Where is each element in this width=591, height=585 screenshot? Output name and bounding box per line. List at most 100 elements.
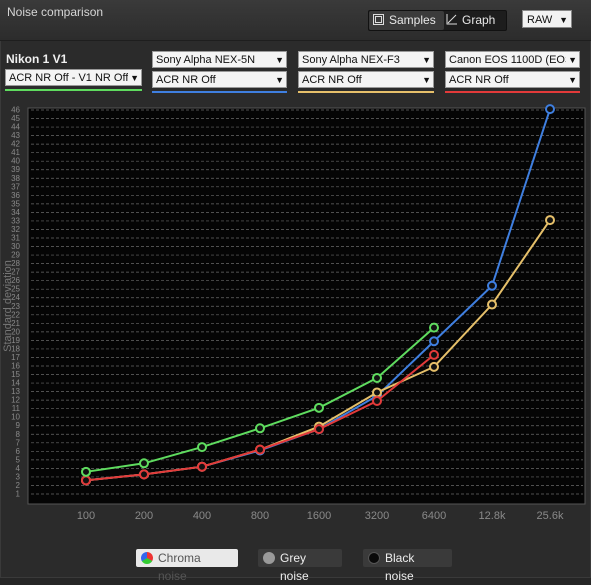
y-tick-label: 12	[11, 396, 20, 405]
samples-tab[interactable]: Samples	[369, 11, 444, 30]
data-point	[429, 322, 439, 333]
black-noise-button[interactable]: Black noise	[363, 549, 452, 583]
x-tick-label: 800	[251, 510, 269, 522]
data-point	[139, 469, 149, 480]
y-tick-label: 44	[11, 123, 20, 132]
y-tick-label: 2	[16, 481, 21, 490]
y-tick-label: 13	[11, 387, 20, 396]
title-bar: Noise comparison Samples Graph RAW ▼	[0, 0, 591, 41]
data-point	[545, 104, 555, 115]
camera-2-name: Sony Alpha NEX-5N	[156, 54, 256, 66]
data-point	[372, 387, 382, 398]
camera-1-setting: ACR NR Off - V1 NR Off	[9, 72, 129, 84]
data-point	[197, 461, 207, 472]
data-point	[197, 442, 207, 453]
camera-2-color-bar	[152, 91, 287, 93]
camera-1-name: Nikon 1 V1	[6, 52, 68, 66]
data-point	[372, 372, 382, 383]
y-tick-label: 29	[11, 251, 20, 260]
y-tick-label: 32	[11, 225, 20, 234]
y-tick-label: 41	[11, 148, 20, 157]
data-point	[429, 336, 439, 347]
y-tick-label: 31	[11, 234, 20, 243]
noise-chart: 1 2 3 4 5 6 7 8 9 10 11 12 13 14 15 16 17 18 19 20 21 22 23 24 2…	[0, 100, 591, 530]
y-tick-label: 14	[11, 379, 20, 388]
camera-4-name: Canon EOS 1100D (EOS	[449, 54, 573, 66]
camera-1-color-bar	[5, 89, 142, 91]
camera-4-select[interactable]: Canon EOS 1100D (EOS ▼	[445, 51, 580, 68]
y-tick-label: 42	[11, 140, 20, 149]
data-point	[487, 280, 497, 291]
y-tick-label: 1	[16, 490, 21, 499]
y-tick-label: 17	[11, 353, 20, 362]
y-tick-label: 40	[11, 157, 20, 166]
x-tick-label: 6400	[422, 510, 446, 522]
graph-tab[interactable]: Graph	[442, 11, 508, 30]
camera-1-setting-select[interactable]: ACR NR Off - V1 NR Off ▼	[5, 69, 142, 86]
y-tick-label: 30	[11, 242, 20, 251]
y-tick-label: 37	[11, 182, 20, 191]
data-point	[314, 402, 324, 413]
graph-icon	[446, 14, 457, 25]
chevron-down-icon: ▼	[273, 52, 284, 67]
data-point	[255, 444, 265, 455]
view-toggle: Samples Graph	[368, 10, 507, 31]
camera-2-setting-select[interactable]: ACR NR Off ▼	[152, 71, 287, 88]
window-title: Noise comparison	[7, 5, 104, 19]
y-tick-label: 45	[11, 114, 20, 123]
chevron-down-icon: ▼	[566, 52, 577, 67]
y-axis-label: Standard deviation	[2, 260, 14, 352]
chevron-down-icon: ▼	[566, 72, 577, 87]
black-noise-icon	[368, 552, 380, 564]
camera-3-name: Sony Alpha NEX-F3	[302, 54, 400, 66]
camera-2-select[interactable]: Sony Alpha NEX-5N ▼	[152, 51, 287, 68]
chevron-down-icon: ▼	[273, 72, 284, 87]
camera-4-color-bar	[445, 91, 580, 93]
chevron-down-icon: ▼	[420, 52, 431, 67]
format-select[interactable]: RAW ▼	[522, 10, 572, 28]
samples-label: Samples	[389, 13, 436, 27]
data-point	[429, 361, 439, 372]
grey-noise-label: Grey noise	[280, 551, 309, 583]
y-tick-label: 33	[11, 216, 20, 225]
grey-noise-button[interactable]: Grey noise	[258, 549, 342, 583]
noise-chart-svg: 1234567891011121314151617181920212223242…	[2, 104, 586, 522]
y-tick-label: 16	[11, 362, 20, 371]
data-point	[314, 424, 324, 435]
data-point	[81, 475, 91, 486]
y-tick-label: 43	[11, 131, 20, 140]
camera-2-setting: ACR NR Off	[156, 74, 216, 86]
data-point	[81, 466, 91, 477]
y-tick-label: 34	[11, 208, 20, 217]
camera-3-select[interactable]: Sony Alpha NEX-F3 ▼	[298, 51, 434, 68]
y-tick-label: 15	[11, 370, 20, 379]
y-tick-label: 3	[16, 472, 21, 481]
data-point	[429, 349, 439, 360]
chroma-noise-icon	[141, 552, 153, 564]
x-tick-label: 100	[77, 510, 95, 522]
y-tick-label: 39	[11, 165, 20, 174]
graph-label: Graph	[462, 13, 496, 27]
data-point	[139, 458, 149, 469]
y-tick-label: 11	[12, 404, 21, 413]
data-point	[545, 215, 555, 226]
camera-3-setting: ACR NR Off	[302, 74, 362, 86]
chevron-down-icon: ▼	[559, 15, 568, 25]
chevron-down-icon: ▼	[128, 70, 139, 85]
x-tick-label: 3200	[365, 510, 389, 522]
y-tick-label: 46	[11, 106, 20, 115]
y-tick-label: 7	[16, 438, 21, 447]
x-tick-label: 25.6k	[537, 510, 564, 522]
camera-4-setting-select[interactable]: ACR NR Off ▼	[445, 71, 580, 88]
camera-4-setting: ACR NR Off	[449, 74, 509, 86]
chevron-down-icon: ▼	[420, 72, 431, 87]
chroma-noise-button[interactable]: Chroma noise	[136, 549, 238, 583]
format-value: RAW	[527, 14, 553, 26]
x-tick-label: 200	[135, 510, 153, 522]
camera-3-setting-select[interactable]: ACR NR Off ▼	[298, 71, 434, 88]
y-tick-label: 9	[16, 421, 21, 430]
data-point	[372, 395, 382, 406]
y-tick-label: 38	[11, 174, 20, 183]
x-tick-label: 1600	[307, 510, 331, 522]
data-point	[255, 423, 265, 434]
